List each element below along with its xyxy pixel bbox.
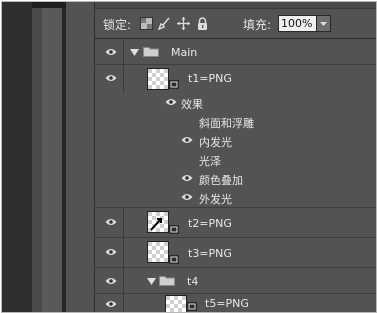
- expand-arrow-icon[interactable]: [130, 49, 139, 56]
- layer-name: Main: [171, 46, 198, 59]
- visibility-toggle[interactable]: [95, 65, 124, 93]
- effect-name: 外发光: [199, 193, 232, 206]
- eye-icon[interactable]: [181, 174, 193, 182]
- folder-icon: [159, 276, 175, 286]
- effect-row-bevel[interactable]: 斜面和浮雕: [95, 112, 376, 131]
- panel-top-strip: [95, 2, 376, 9]
- eye-icon: [105, 49, 117, 55]
- smart-object-icon: [169, 225, 179, 234]
- eye-icon[interactable]: [165, 98, 177, 106]
- application-window: 锁定: 填充: 100% Main t1=PNG 效果 斜面和浮雕 内发光 光泽…: [1, 1, 377, 313]
- effect-row-color-overlay[interactable]: 颜色叠加: [95, 169, 376, 188]
- visibility-toggle[interactable]: [95, 238, 124, 267]
- eye-icon: [105, 249, 117, 255]
- layer-thumbnail: [147, 211, 169, 233]
- eye-icon: [105, 278, 117, 284]
- layer-row-main[interactable]: Main: [95, 39, 376, 65]
- effect-row-outer-glow[interactable]: 外发光: [95, 188, 376, 208]
- effect-name: 光泽: [199, 155, 221, 168]
- visibility-toggle[interactable]: [95, 208, 124, 237]
- layer-row-t5[interactable]: t5=PNG: [95, 294, 376, 312]
- lock-image-pixels-icon[interactable]: [157, 17, 171, 31]
- lock-bar: 锁定: 填充:: [95, 9, 376, 39]
- expand-arrow-icon[interactable]: [147, 278, 156, 285]
- visibility-toggle[interactable]: [95, 39, 124, 64]
- layer-thumbnail: [165, 295, 187, 312]
- layer-thumbnail: [147, 241, 169, 263]
- eye-icon[interactable]: [181, 136, 193, 144]
- layers-panel: 锁定: 填充: 100% Main t1=PNG 效果 斜面和浮雕 内发光 光泽…: [94, 2, 376, 312]
- layer-thumbnail: [147, 68, 169, 90]
- eye-icon: [105, 75, 117, 81]
- folder-icon: [143, 47, 159, 57]
- effects-row[interactable]: 效果: [95, 93, 376, 112]
- layer-row-t3[interactable]: t3=PNG: [95, 238, 376, 268]
- effect-row-satin[interactable]: 光泽: [95, 150, 376, 169]
- visibility-toggle[interactable]: [95, 268, 124, 293]
- effect-name: 内发光: [199, 136, 232, 149]
- layer-name: t5=PNG: [205, 297, 249, 310]
- effect-name: 斜面和浮雕: [199, 117, 254, 130]
- layers-list: Main t1=PNG 效果 斜面和浮雕 内发光 光泽 颜色叠加 外发光 t2=…: [95, 39, 376, 312]
- chevron-down-icon: [320, 22, 327, 26]
- layer-name: t1=PNG: [188, 72, 232, 85]
- lock-position-icon[interactable]: [177, 17, 190, 30]
- fill-input[interactable]: [278, 15, 317, 32]
- layer-row-t4[interactable]: t4: [95, 268, 376, 294]
- lock-label: 锁定:: [103, 18, 132, 32]
- smart-object-icon: [169, 255, 179, 264]
- effect-row-inner-glow[interactable]: 内发光: [95, 131, 376, 150]
- lock-transparent-pixels-icon[interactable]: [140, 17, 153, 30]
- layer-row-t1[interactable]: t1=PNG: [95, 65, 376, 93]
- left-dock: [2, 2, 66, 312]
- smart-object-icon: [187, 302, 197, 311]
- fill-label: 填充:: [243, 18, 272, 32]
- fill-dropdown-button[interactable]: [316, 15, 331, 32]
- layer-row-t2[interactable]: t2=PNG: [95, 208, 376, 238]
- visibility-toggle[interactable]: [95, 294, 124, 312]
- eye-icon: [105, 219, 117, 225]
- layer-name: t2=PNG: [188, 217, 232, 230]
- lock-all-icon[interactable]: [196, 17, 209, 30]
- smart-object-icon: [169, 80, 179, 89]
- layer-name: t4: [187, 275, 199, 288]
- effects-label: 效果: [181, 98, 203, 111]
- layer-name: t3=PNG: [188, 247, 232, 260]
- eye-icon: [105, 301, 117, 307]
- eye-icon[interactable]: [181, 193, 193, 201]
- effect-name: 颜色叠加: [199, 174, 243, 187]
